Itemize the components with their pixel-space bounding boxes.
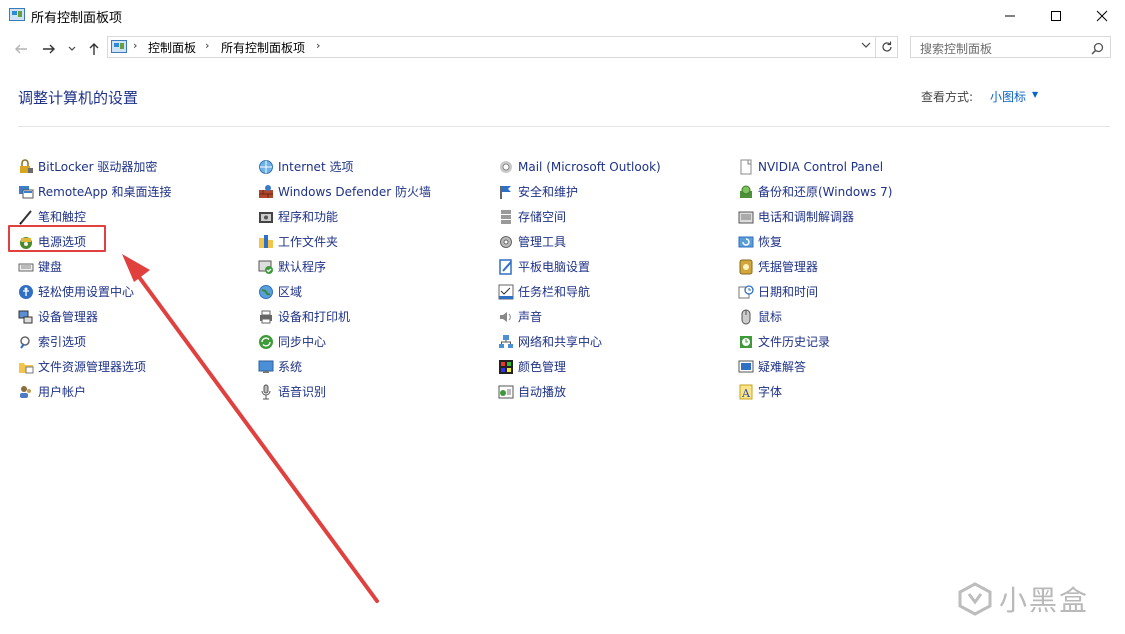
heybox-logo-icon bbox=[958, 582, 992, 616]
watermark-text: 小黑盒 bbox=[999, 584, 1090, 617]
arrow-head bbox=[122, 254, 150, 282]
annotation-arrow bbox=[122, 254, 379, 603]
watermark: 小黑盒 bbox=[957, 579, 1089, 619]
